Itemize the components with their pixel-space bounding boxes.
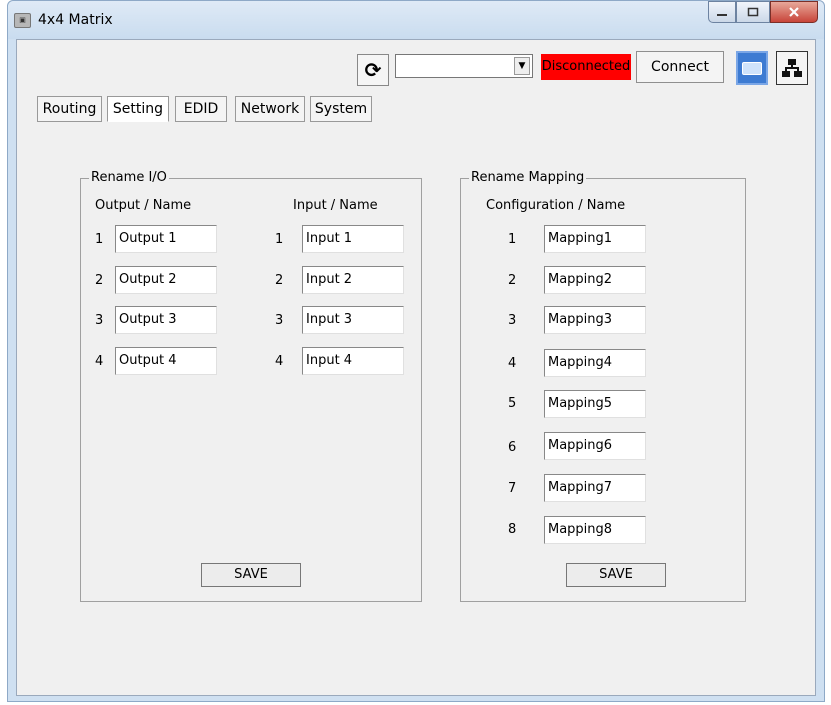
output-header: Output / Name [95, 198, 192, 213]
serial-port-icon [742, 61, 762, 75]
maximize-icon [747, 7, 759, 17]
output-name-field[interactable]: Output 2 [115, 266, 217, 294]
minimize-icon [717, 14, 727, 16]
mapping-name-field[interactable]: Mapping2 [544, 266, 646, 294]
mapping-name-field[interactable]: Mapping3 [544, 306, 646, 334]
mapping-number: 8 [508, 522, 517, 537]
mapping-name-field[interactable]: Mapping5 [544, 390, 646, 418]
input-number: 1 [275, 232, 284, 247]
network-mode-button[interactable] [776, 51, 808, 85]
mapping-number: 6 [508, 440, 517, 455]
title-bar: ▣ 4x4 Matrix [8, 1, 824, 39]
mapping-name-field[interactable]: Mapping6 [544, 432, 646, 460]
app-icon: ▣ [14, 13, 31, 28]
output-number: 4 [95, 354, 104, 369]
mapping-number: 7 [508, 481, 517, 496]
output-number: 1 [95, 232, 104, 247]
app-window: ▣ 4x4 Matrix ⟳ ▼ Disconnected Connect Ro… [7, 0, 825, 702]
dropdown-arrow-icon[interactable]: ▼ [514, 57, 530, 75]
input-number: 3 [275, 313, 284, 328]
output-number: 2 [95, 273, 104, 288]
rename-io-group: Rename I/O Output / Name Input / Name 1 … [80, 170, 422, 602]
tab-setting[interactable]: Setting [107, 96, 169, 122]
tab-system[interactable]: System [310, 96, 372, 122]
mapping-number: 3 [508, 313, 517, 328]
mapping-name-field[interactable]: Mapping8 [544, 516, 646, 544]
rename-mapping-group: Rename Mapping Configuration / Name 1 Ma… [460, 170, 746, 602]
connect-button[interactable]: Connect [636, 51, 724, 83]
mapping-name-field[interactable]: Mapping7 [544, 474, 646, 502]
input-header: Input / Name [293, 198, 378, 213]
main-panel: ⟳ ▼ Disconnected Connect Routing Setting… [16, 39, 816, 696]
input-name-field[interactable]: Input 2 [302, 266, 404, 294]
mapping-number: 5 [508, 396, 517, 411]
window-controls [708, 1, 818, 25]
maximize-button[interactable] [736, 1, 770, 23]
mapping-number: 4 [508, 356, 517, 371]
refresh-button[interactable]: ⟳ [357, 54, 389, 86]
serial-mode-button[interactable] [736, 51, 768, 85]
output-name-field[interactable]: Output 3 [115, 306, 217, 334]
save-io-button[interactable]: SAVE [201, 563, 301, 587]
input-name-field[interactable]: Input 3 [302, 306, 404, 334]
output-name-field[interactable]: Output 4 [115, 347, 217, 375]
output-name-field[interactable]: Output 1 [115, 225, 217, 253]
refresh-icon: ⟳ [364, 58, 382, 82]
input-name-field[interactable]: Input 1 [302, 225, 404, 253]
save-mapping-button[interactable]: SAVE [566, 563, 666, 587]
connection-status: Disconnected [541, 54, 631, 80]
tab-routing[interactable]: Routing [37, 96, 102, 122]
close-button[interactable] [770, 1, 818, 23]
minimize-button[interactable] [708, 1, 736, 23]
mapping-number: 2 [508, 273, 517, 288]
close-icon [789, 7, 799, 17]
output-number: 3 [95, 313, 104, 328]
tab-edid[interactable]: EDID [175, 96, 227, 122]
window-title: 4x4 Matrix [38, 12, 113, 28]
mapping-name-field[interactable]: Mapping1 [544, 225, 646, 253]
tab-network[interactable]: Network [235, 96, 305, 122]
rename-io-title: Rename I/O [89, 170, 169, 185]
input-number: 4 [275, 354, 284, 369]
port-select[interactable]: ▼ [395, 54, 533, 78]
rename-mapping-title: Rename Mapping [469, 170, 587, 185]
mapping-number: 1 [508, 232, 517, 247]
network-icon [782, 59, 802, 77]
input-name-field[interactable]: Input 4 [302, 347, 404, 375]
input-number: 2 [275, 273, 284, 288]
configuration-header: Configuration / Name [486, 198, 626, 213]
mapping-name-field[interactable]: Mapping4 [544, 349, 646, 377]
